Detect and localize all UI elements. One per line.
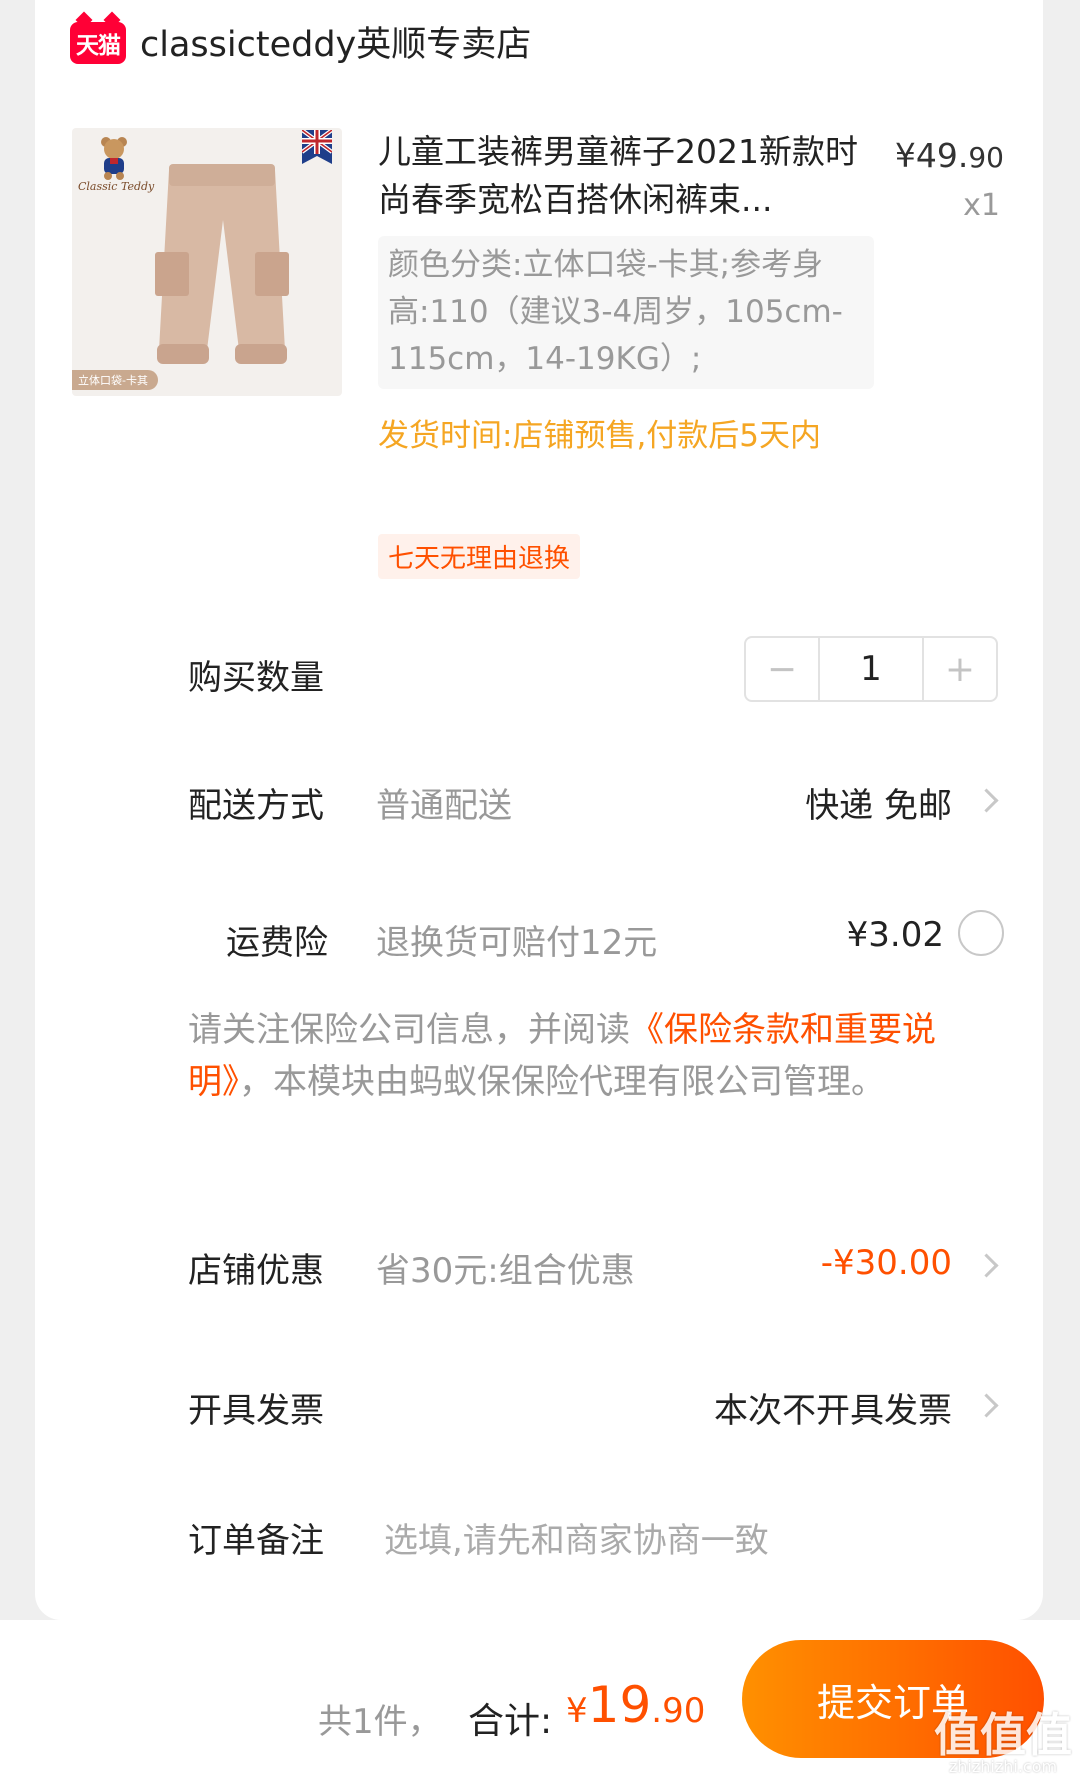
watermark: 值值值 zhizhizhi.com bbox=[934, 1708, 1072, 1776]
shop-name[interactable]: classicteddy英顺专卖店 bbox=[140, 22, 531, 68]
checkout-bar: 共1件， 合计: ¥19.90 提交订单 值值值 zhizhizhi.com bbox=[0, 1620, 1080, 1780]
discount-value[interactable]: -¥30.00 bbox=[821, 1243, 952, 1283]
quantity-stepper[interactable]: − 1 + bbox=[744, 636, 998, 702]
delivery-label: 配送方式 bbox=[188, 786, 324, 826]
ship-time: 发货时间:店铺预售,付款后5天内 bbox=[378, 418, 822, 454]
invoice-value[interactable]: 本次不开具发票 bbox=[714, 1383, 952, 1432]
discount-desc: 省30元:组合优惠 bbox=[376, 1251, 635, 1291]
insurance-radio[interactable] bbox=[958, 910, 1004, 956]
quantity-minus-button[interactable]: − bbox=[746, 638, 818, 700]
insurance-price: ¥3.02 bbox=[846, 915, 944, 955]
teddy-bear-logo bbox=[101, 137, 127, 180]
remark-input[interactable]: 选填,请先和商家协商一致 bbox=[384, 1513, 769, 1562]
delivery-method: 普通配送 bbox=[376, 786, 512, 826]
product-sku[interactable]: 颜色分类:立体口袋-卡其;参考身高:110（建议3-4周岁，105cm-115c… bbox=[378, 236, 874, 389]
insurance-notice: 请关注保险公司信息，并阅读《保险条款和重要说明》，本模块由蚂蚁保保险代理有限公司… bbox=[188, 1010, 936, 1102]
invoice-label: 开具发票 bbox=[188, 1391, 324, 1431]
quantity-input[interactable]: 1 bbox=[818, 638, 924, 700]
total-label: 合计: bbox=[468, 1701, 553, 1742]
brand-script: Classic Teddy bbox=[78, 180, 155, 193]
insurance-desc: 退换货可赔付12元 bbox=[376, 923, 658, 963]
image-sku-tag: 立体口袋-卡其 bbox=[72, 370, 158, 390]
product-quantity-mark: x1 bbox=[963, 188, 1000, 223]
total-amount: ¥19.90 bbox=[566, 1676, 706, 1734]
remark-label: 订单备注 bbox=[188, 1521, 324, 1561]
product-price: ¥49.90 bbox=[894, 136, 1004, 175]
return-policy-tag: 七天无理由退换 bbox=[378, 534, 581, 579]
quantity-label: 购买数量 bbox=[188, 658, 324, 698]
discount-label: 店铺优惠 bbox=[188, 1251, 324, 1291]
product-image[interactable]: Classic Teddy 立体口袋-卡其 bbox=[72, 128, 342, 396]
item-count: 共1件， bbox=[318, 1702, 442, 1742]
product-pants-illustration bbox=[155, 164, 289, 364]
product-title[interactable]: 儿童工装裤男童裤子2021新款时尚春季宽松百搭休闲裤束... bbox=[378, 128, 858, 224]
delivery-value[interactable]: 快递 免邮 bbox=[805, 778, 952, 827]
tmall-logo: 天猫 bbox=[70, 22, 126, 64]
uk-flag-icon bbox=[302, 130, 332, 164]
insurance-label: 运费险 bbox=[226, 923, 328, 963]
quantity-plus-button[interactable]: + bbox=[924, 638, 996, 700]
